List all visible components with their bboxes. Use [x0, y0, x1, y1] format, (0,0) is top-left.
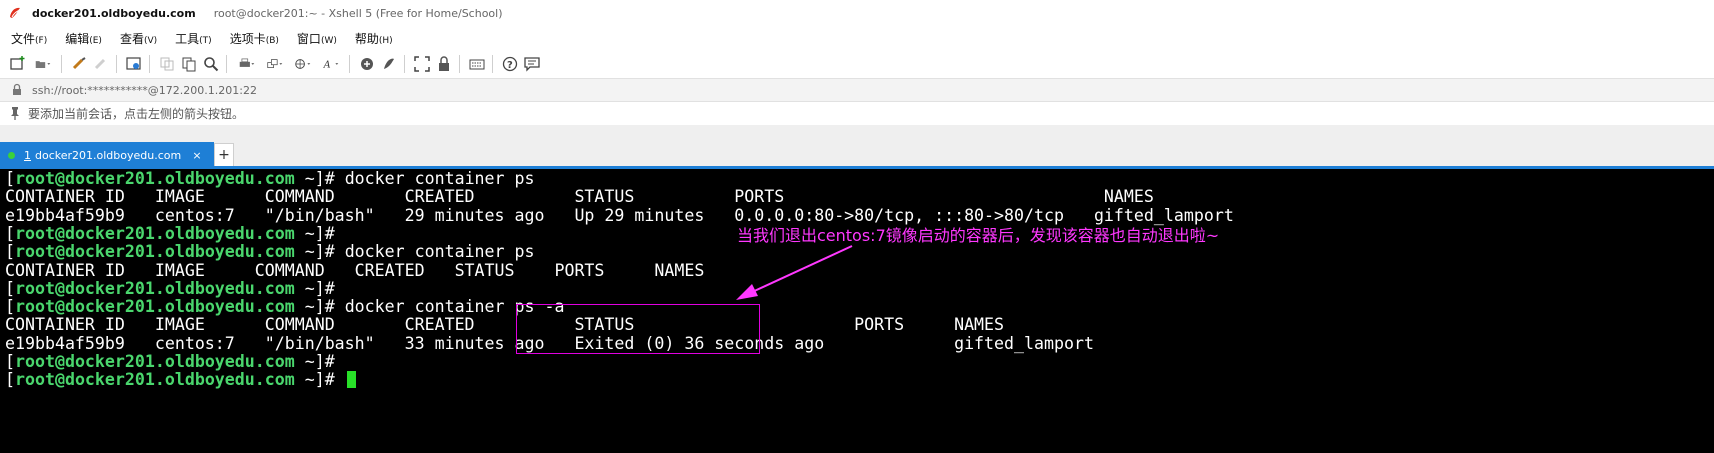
terminal-prompt-line: [root@docker201.oldboyedu.com ~]# docker… [5, 297, 564, 317]
prompt-user-host: root@docker201.oldboyedu.com [15, 352, 295, 371]
prompt-bracket-open: [ [5, 169, 15, 188]
fullscreen-icon[interactable] [412, 54, 432, 74]
command-text: docker container ps [344, 242, 535, 262]
prompt-bracket-close: ~]# [294, 297, 345, 317]
prompt-bracket-open: [ [5, 242, 15, 262]
disconnect-icon [91, 54, 111, 74]
terminal-prompt-line: [root@docker201.oldboyedu.com ~]# [5, 352, 345, 372]
print-icon[interactable] [234, 54, 260, 74]
address-bar[interactable]: ssh://root:***********@172.200.1.201:22 [0, 78, 1714, 102]
status-highlight-box [516, 304, 760, 354]
prompt-bracket-close: ~]# [294, 223, 345, 243]
session-hint-bar: 要添加当前会话，点击左侧的箭头按钮。 [0, 101, 1714, 125]
lock-icon [13, 83, 21, 95]
menu-view[interactable]: 查看(V) [109, 30, 164, 47]
keyboard-icon[interactable] [467, 54, 487, 74]
terminal-output-line: e19bb4af59b9 centos:7 "/bin/bash" 29 min… [5, 205, 1234, 225]
copy-icon [157, 54, 177, 74]
terminal-output-line: CONTAINER ID IMAGE COMMAND CREATED STATU… [5, 187, 1154, 207]
toolbar-divider [404, 55, 405, 73]
xshell-logo-icon [10, 7, 21, 18]
terminal-output-line: CONTAINER ID IMAGE COMMAND CREATED STATU… [5, 315, 1005, 335]
prompt-bracket-open: [ [5, 297, 15, 317]
terminal-prompt-line: [root@docker201.oldboyedu.com ~]# [5, 279, 345, 299]
prompt-bracket-close: ~]# [294, 242, 345, 262]
prompt-user-host: root@docker201.oldboyedu.com [15, 278, 295, 298]
prompt-bracket-open: [ [5, 223, 15, 243]
toolbar: A ? [0, 50, 1714, 78]
terminal-prompt-line: [root@docker201.oldboyedu.com ~]# [5, 370, 356, 390]
session-tab-strip: 1 docker201.oldboyedu.com × + [0, 125, 1714, 168]
help-icon[interactable]: ? [500, 54, 520, 74]
prompt-bracket-close: ~]# [294, 352, 345, 371]
window-title: root@docker201:~ - Xshell 5 (Free for Ho… [213, 6, 503, 20]
menu-window[interactable]: 窗口(W) [286, 30, 344, 47]
prompt-bracket-close: ~]# [294, 169, 345, 188]
menu-bar: 文件(F) 编辑(E) 查看(V) 工具(T) 选项卡(B) 窗口(W) 帮助(… [0, 26, 1714, 50]
chat-icon[interactable] [522, 54, 542, 74]
terminal-prompt-line: [root@docker201.oldboyedu.com ~]# docker… [5, 242, 535, 262]
xftp-icon[interactable] [357, 54, 377, 74]
toolbar-divider [459, 55, 460, 73]
menu-help[interactable]: 帮助(H) [344, 30, 400, 47]
menu-tools[interactable]: 工具(T) [164, 30, 219, 47]
address-text: ssh://root:***********@172.200.1.201:22 [32, 83, 257, 97]
session-hint-text: 要添加当前会话，点击左侧的箭头按钮。 [28, 106, 245, 121]
lock-icon[interactable] [434, 54, 454, 74]
font-icon[interactable]: A [318, 54, 344, 74]
prompt-bracket-open: [ [5, 370, 15, 390]
transfer-icon[interactable] [262, 54, 288, 74]
window-tab-title: docker201.oldboyedu.com [32, 6, 196, 20]
close-tab-icon[interactable]: × [190, 149, 204, 162]
toolbar-divider [116, 55, 117, 73]
prompt-bracket-open: [ [5, 278, 15, 298]
session-tab[interactable]: 1 docker201.oldboyedu.com × [0, 142, 214, 168]
globe-icon[interactable] [290, 54, 316, 74]
toolbar-divider [349, 55, 350, 73]
toolbar-divider [61, 55, 62, 73]
prompt-user-host: root@docker201.oldboyedu.com [15, 370, 295, 390]
svg-text:?: ? [507, 60, 513, 71]
toolbar-divider [226, 55, 227, 73]
toolbar-divider [492, 55, 493, 73]
menu-tabs[interactable]: 选项卡(B) [219, 30, 286, 47]
add-tab-button[interactable]: + [214, 143, 234, 167]
terminal-prompt-line: [root@docker201.oldboyedu.com ~]# docker… [5, 169, 535, 189]
svg-text:A: A [323, 60, 331, 71]
open-folder-icon[interactable] [30, 54, 56, 74]
session-tab-label: docker201.oldboyedu.com [35, 148, 182, 162]
prompt-user-host: root@docker201.oldboyedu.com [15, 297, 295, 317]
menu-edit[interactable]: 编辑(E) [54, 30, 109, 47]
prompt-bracket-close: ~]# [294, 370, 345, 390]
menu-file[interactable]: 文件(F) [0, 30, 54, 47]
prompt-user-host: root@docker201.oldboyedu.com [15, 223, 295, 243]
prompt-user-host: root@docker201.oldboyedu.com [15, 169, 295, 188]
terminal-cursor [346, 371, 356, 389]
toolbar-divider [149, 55, 150, 73]
session-tab-number: 1 [24, 148, 31, 162]
reconnect-icon[interactable] [69, 54, 89, 74]
terminal-output-line: CONTAINER ID IMAGE COMMAND CREATED STATU… [5, 260, 705, 280]
title-bar: docker201.oldboyedu.com root@docker201:~… [0, 0, 1714, 26]
paste-icon[interactable] [179, 54, 199, 74]
connected-status-icon [8, 151, 15, 159]
new-session-icon[interactable] [8, 54, 28, 74]
terminal[interactable]: [root@docker201.oldboyedu.com ~]# [root@… [0, 169, 1714, 453]
command-text: docker container ps [344, 169, 535, 188]
annotation-text: 当我们退出centos:7镜像启动的容器后，发现该容器也自动退出啦~ [737, 226, 1220, 245]
properties-icon[interactable] [124, 54, 144, 74]
prompt-bracket-open: [ [5, 352, 15, 371]
prompt-bracket-close: ~]# [294, 278, 345, 298]
prompt-user-host: root@docker201.oldboyedu.com [15, 242, 295, 262]
pin-icon[interactable] [8, 106, 22, 120]
terminal-prompt-line: [root@docker201.oldboyedu.com ~]# [5, 224, 345, 244]
find-icon[interactable] [201, 54, 221, 74]
script-icon[interactable] [379, 54, 399, 74]
